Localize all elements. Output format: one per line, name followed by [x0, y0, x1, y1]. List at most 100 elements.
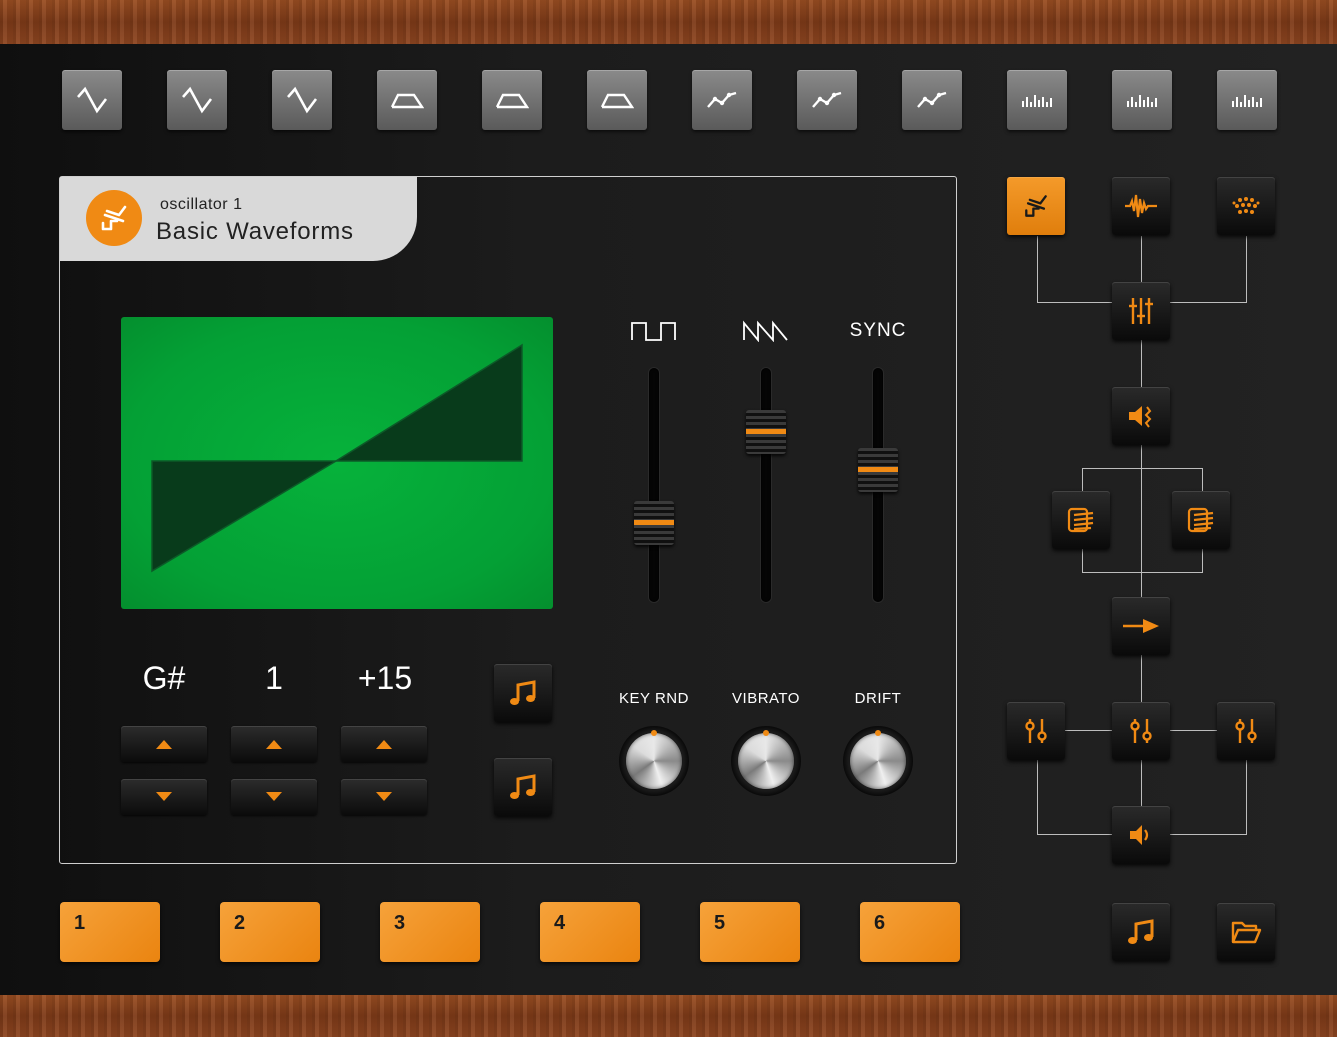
preset-envelope-3[interactable]: [587, 70, 647, 130]
route-line: [1082, 468, 1203, 469]
volume-module-button[interactable]: [1112, 387, 1170, 445]
patch-button-3[interactable]: 3: [380, 902, 480, 962]
preset-envelope-1[interactable]: [377, 70, 437, 130]
oscillator-subtitle: oscillator 1: [160, 196, 243, 213]
square-fader-handle[interactable]: [634, 501, 674, 545]
saw-wave-fader-label: [726, 320, 806, 348]
filter-module-button-1[interactable]: [1052, 491, 1110, 549]
filter-module-button-2[interactable]: [1172, 491, 1230, 549]
knob-indicator: [651, 730, 657, 736]
note-down-button[interactable]: [121, 779, 207, 815]
preset-lfo-1[interactable]: [692, 70, 752, 130]
oscillator-logo-icon: [101, 205, 127, 231]
patch-button-2[interactable]: 2: [220, 902, 320, 962]
mixer-module-button[interactable]: [1112, 282, 1170, 340]
square-wave-fader-label: [614, 320, 694, 348]
eq-module-button-2[interactable]: [1112, 702, 1170, 760]
envelope-icon: [600, 93, 634, 109]
preset-triangle-1[interactable]: [62, 70, 122, 130]
saw-wave-icon: [743, 320, 788, 343]
sample-module-button[interactable]: [1112, 177, 1170, 235]
patch-label: 4: [554, 912, 566, 934]
arrow-down-icon: [376, 792, 392, 801]
lfo-icon: [707, 91, 737, 108]
route-line: [1037, 236, 1038, 303]
arrow-down-icon: [266, 792, 282, 801]
saw-fader-handle[interactable]: [746, 410, 786, 454]
patch-label: 2: [234, 912, 246, 934]
oscillator-icon: [1025, 195, 1047, 217]
patch-button-1[interactable]: 1: [60, 902, 160, 962]
oscillator-module-button[interactable]: [1007, 177, 1065, 235]
preset-spectrum-3[interactable]: [1217, 70, 1277, 130]
saw-fader-track[interactable]: [761, 368, 771, 602]
square-wave-icon: [631, 322, 676, 341]
saw-waveform-graph: [151, 343, 523, 573]
speaker-icon: [1130, 825, 1149, 845]
drift-knob[interactable]: [843, 726, 913, 796]
filter-icon: [1187, 507, 1214, 533]
volume-wave-icon: [1129, 406, 1152, 428]
octave-value: 1: [265, 660, 283, 696]
cents-value: +15: [357, 660, 413, 696]
sample-button-1[interactable]: [494, 664, 552, 722]
music-note-icon: [510, 680, 536, 705]
patch-label: 1: [74, 912, 86, 934]
note-value: G#: [142, 660, 186, 696]
sample-button-2[interactable]: [494, 758, 552, 816]
arrow-down-icon: [156, 792, 172, 801]
folder-open-icon: [1231, 921, 1262, 944]
key-rnd-knob[interactable]: [619, 726, 689, 796]
patch-label: 6: [874, 912, 886, 934]
spectrum-icon: [1022, 95, 1052, 107]
knob-cap: [738, 733, 794, 789]
vibrato-knob[interactable]: [731, 726, 801, 796]
open-folder-button[interactable]: [1217, 903, 1275, 961]
patch-button-6[interactable]: 6: [860, 902, 960, 962]
preset-spectrum-2[interactable]: [1112, 70, 1172, 130]
master-volume-button[interactable]: [1112, 806, 1170, 864]
preset-lfo-3[interactable]: [902, 70, 962, 130]
eq-slider-icon: [1235, 719, 1257, 743]
knob-cap: [626, 733, 682, 789]
drift-label: DRIFT: [854, 690, 902, 707]
sync-fader-handle[interactable]: [858, 448, 898, 492]
preset-triangle-2[interactable]: [167, 70, 227, 130]
octave-up-button[interactable]: [231, 726, 317, 762]
preset-triangle-3[interactable]: [272, 70, 332, 130]
eq-module-button-3[interactable]: [1217, 702, 1275, 760]
octave-down-button[interactable]: [231, 779, 317, 815]
triangle-wave-icon: [287, 86, 318, 114]
knob-indicator: [763, 730, 769, 736]
waveform-icon: [1125, 194, 1157, 218]
preset-lfo-2[interactable]: [797, 70, 857, 130]
eq-slider-icon: [1025, 719, 1047, 743]
oscillator-logo: [86, 190, 142, 246]
output-module-button[interactable]: [1112, 597, 1170, 655]
square-fader-track[interactable]: [649, 368, 659, 602]
eq-module-button-1[interactable]: [1007, 702, 1065, 760]
sync-fader-label: SYNC: [849, 320, 907, 341]
envelope-icon: [495, 93, 529, 109]
noise-icon: [1232, 197, 1260, 214]
route-line: [1246, 236, 1247, 303]
filter-icon: [1067, 507, 1094, 533]
music-note-icon: [1128, 919, 1154, 944]
waveform-display: [121, 317, 553, 609]
preset-spectrum-1[interactable]: [1007, 70, 1067, 130]
patch-button-5[interactable]: 5: [700, 902, 800, 962]
lfo-icon: [917, 91, 947, 108]
knob-indicator: [875, 730, 881, 736]
cents-up-button[interactable]: [341, 726, 427, 762]
cents-down-button[interactable]: [341, 779, 427, 815]
key-rnd-label: KEY RND: [619, 690, 689, 707]
patch-button-4[interactable]: 4: [540, 902, 640, 962]
route-line: [1082, 572, 1203, 573]
note-up-button[interactable]: [121, 726, 207, 762]
preset-envelope-2[interactable]: [482, 70, 542, 130]
patch-label: 3: [394, 912, 406, 934]
noise-module-button[interactable]: [1217, 177, 1275, 235]
triangle-wave-icon: [77, 86, 108, 114]
library-button[interactable]: [1112, 903, 1170, 961]
envelope-icon: [390, 93, 424, 109]
